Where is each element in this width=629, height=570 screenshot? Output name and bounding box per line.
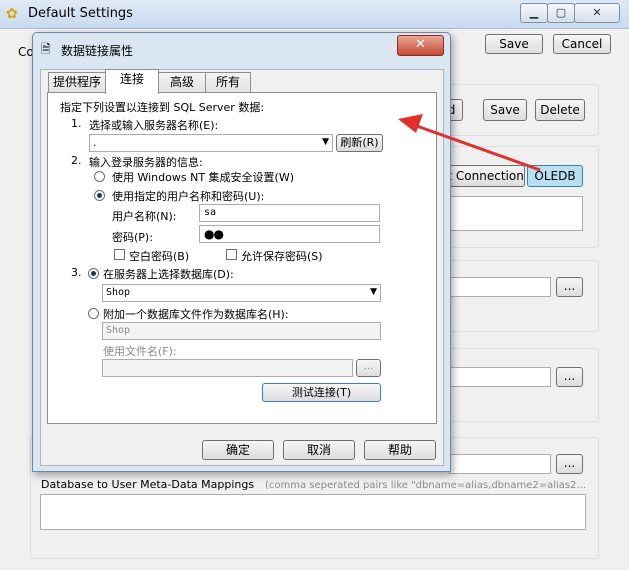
annotation-arrow xyxy=(398,114,541,172)
